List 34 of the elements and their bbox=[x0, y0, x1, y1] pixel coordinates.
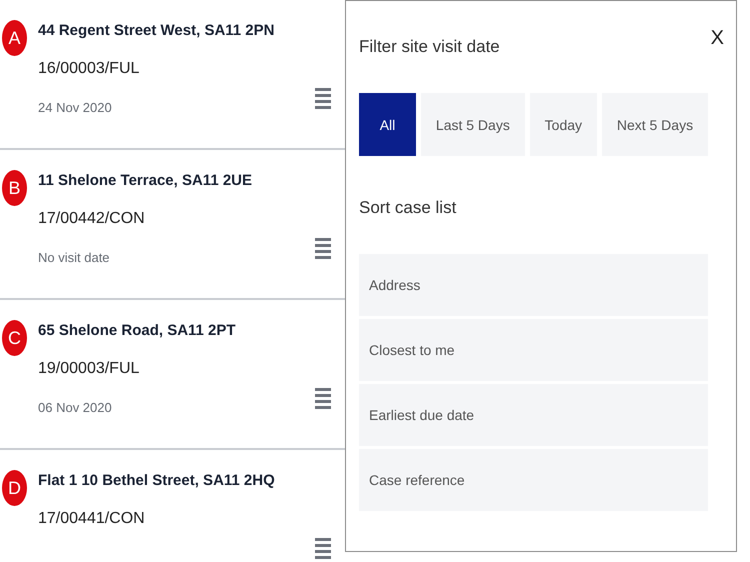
case-reference: 19/00003/FUL bbox=[38, 360, 140, 379]
filter-tab[interactable]: Today bbox=[530, 93, 597, 156]
panel-title: Filter site visit date bbox=[359, 37, 500, 57]
case-reference: 17/00442/CON bbox=[38, 210, 146, 229]
sort-option[interactable]: Case reference bbox=[359, 449, 708, 511]
map-marker: B bbox=[2, 170, 27, 206]
sort-option[interactable]: Earliest due date bbox=[359, 384, 708, 446]
map-marker: A bbox=[2, 20, 27, 56]
close-button[interactable]: X bbox=[710, 27, 724, 50]
sort-option[interactable]: Closest to me bbox=[359, 319, 708, 381]
case-address: 65 Shelone Road, SA11 2PT bbox=[38, 322, 237, 341]
visit-date: 24 Nov 2020 bbox=[38, 100, 113, 115]
menu-icon[interactable] bbox=[315, 538, 331, 560]
case-item[interactable]: D Flat 1 10 Bethel Street, SA11 2HQ 17/00441/CON bbox=[0, 450, 345, 562]
case-address: Flat 1 10 Bethel Street, SA11 2HQ bbox=[38, 472, 276, 491]
menu-icon[interactable] bbox=[315, 88, 331, 110]
filter-tab[interactable]: All bbox=[359, 93, 416, 156]
visit-date: No visit date bbox=[38, 250, 111, 265]
sort-option[interactable]: Address bbox=[359, 254, 708, 316]
panel-title: Sort case list bbox=[359, 198, 458, 218]
case-address: 44 Regent Street West, SA11 2PN bbox=[38, 22, 276, 41]
case-reference: 16/00003/FUL bbox=[38, 60, 140, 79]
case-item[interactable]: B 11 Shelone Terrace, SA11 2UE 17/00442/CON No visit date bbox=[0, 150, 345, 300]
map-marker: D bbox=[2, 470, 27, 506]
case-reference: 17/00441/CON bbox=[38, 510, 146, 529]
menu-icon[interactable] bbox=[315, 388, 331, 410]
filter-tab[interactable]: Last 5 Days bbox=[421, 93, 525, 156]
case-item[interactable]: A 44 Regent Street West, SA11 2PN 16/00003/FUL 24 Nov 2020 bbox=[0, 0, 345, 150]
visit-date: 06 Nov 2020 bbox=[38, 400, 113, 415]
map-marker: C bbox=[2, 320, 27, 356]
case-address: 11 Shelone Terrace, SA11 2UE bbox=[38, 172, 254, 191]
filter-tab[interactable]: Next 5 Days bbox=[602, 93, 708, 156]
case-item[interactable]: C 65 Shelone Road, SA11 2PT 19/00003/FUL 06 Nov 2020 bbox=[0, 300, 345, 450]
menu-icon[interactable] bbox=[315, 238, 331, 260]
